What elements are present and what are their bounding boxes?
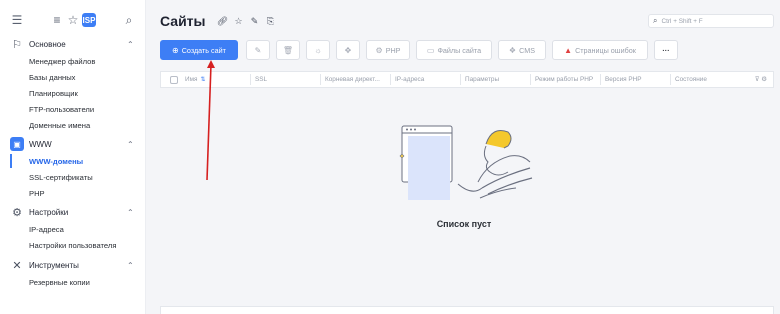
app-logo-icon[interactable]: ISP xyxy=(82,13,96,27)
chevron-up-icon[interactable]: ⌃ xyxy=(127,208,134,217)
table-tools: ⊽ ⚙ xyxy=(755,75,767,83)
star-icon[interactable]: ☆ xyxy=(231,13,247,29)
create-site-label: Создать сайт xyxy=(181,45,226,55)
column-header-params[interactable]: Параметры xyxy=(459,74,499,85)
bottom-panel xyxy=(160,306,774,314)
sidebar-group-header[interactable]: ⚐ Основное ⌃ xyxy=(0,35,146,53)
sidebar: ☰ ≡ ☆ ISP ⌕ ⚐ Основное ⌃ Менеджер файлов… xyxy=(0,0,146,314)
settings-icon[interactable]: ⚙ xyxy=(761,76,767,83)
column-header-php-mode[interactable]: Режим работы PHP xyxy=(529,74,593,85)
column-header-name[interactable]: Имя ⇅ xyxy=(185,76,205,83)
bulb-icon: ☼ xyxy=(314,45,322,55)
cms-label: CMS xyxy=(519,45,536,55)
site-files-label: Файлы сайта xyxy=(437,45,482,55)
sidebar-item-backups[interactable]: Резервные копии xyxy=(0,274,146,290)
column-header-php-version[interactable]: Версия PHP xyxy=(600,74,642,85)
lamp-button[interactable]: ☼ xyxy=(306,40,330,60)
site-files-button[interactable]: ▭ Файлы сайта xyxy=(416,40,492,60)
menu-icon[interactable]: ☰ xyxy=(9,12,25,28)
pin-icon[interactable]: ✎ xyxy=(247,13,263,29)
column-label: Имя xyxy=(185,76,198,83)
column-header-root-dir[interactable]: Корневая директ... xyxy=(320,74,380,85)
sidebar-item-ssl-certificates[interactable]: SSL-сертификаты xyxy=(0,169,146,185)
php-button[interactable]: ⚙ PHP xyxy=(366,40,410,60)
error-pages-button[interactable]: ▲ Страницы ошибок xyxy=(552,40,648,60)
chevron-up-icon[interactable]: ⌃ xyxy=(127,40,134,49)
empty-list-message: Список пуст xyxy=(436,219,492,229)
select-all-checkbox[interactable] xyxy=(170,76,178,84)
edit-button[interactable]: ✎ xyxy=(246,40,270,60)
page-title: Сайты xyxy=(160,13,206,29)
trash-icon: 🗑︎ xyxy=(282,45,294,55)
search-hotkey-hint: Ctrl + Shift + F xyxy=(661,17,703,25)
sidebar-group-settings: ⚙ Настройки ⌃ IP-адреса Настройки пользо… xyxy=(0,203,146,253)
php-label: PHP xyxy=(385,45,401,55)
sidebar-item-domain-names[interactable]: Доменные имена xyxy=(0,117,146,133)
sidebar-item-file-manager[interactable]: Менеджер файлов xyxy=(0,53,146,69)
page-header: Сайты 🔗︎ ☆ ✎ ⎘ xyxy=(160,12,279,30)
chevron-up-icon[interactable]: ⌃ xyxy=(127,140,134,149)
php-icon: ⚙ xyxy=(375,45,383,55)
column-header-status[interactable]: Состояние xyxy=(670,74,707,85)
search-icon: ⌕ xyxy=(653,16,658,25)
cms-button[interactable]: ❖ CMS xyxy=(498,40,546,60)
sidebar-item-user-settings[interactable]: Настройки пользователя xyxy=(0,237,146,253)
sort-icon[interactable]: ⇅ xyxy=(200,77,205,83)
error-pages-label: Страницы ошибок xyxy=(575,45,636,55)
sidebar-group-header[interactable]: ▣ WWW ⌃ xyxy=(0,135,146,153)
sidebar-group-title: Инструменты xyxy=(29,260,79,270)
star-icon[interactable]: ☆ xyxy=(65,12,81,28)
sidebar-group-main: ⚐ Основное ⌃ Менеджер файлов Базы данных… xyxy=(0,35,146,133)
delete-button[interactable]: 🗑︎ xyxy=(276,40,300,60)
www-icon: ▣ xyxy=(10,137,24,151)
search-icon[interactable]: ⌕ xyxy=(121,12,137,28)
export-icon[interactable]: ⎘ xyxy=(263,13,279,29)
empty-state-illustration xyxy=(399,125,533,200)
list-icon[interactable]: ≡ xyxy=(49,12,65,28)
sidebar-group-title: Основное xyxy=(29,39,66,49)
sidebar-group-tools: ✕ Инструменты ⌃ Резервные копии xyxy=(0,256,146,290)
link-icon[interactable]: 🔗︎ xyxy=(215,13,231,29)
global-search-input[interactable]: ⌕ Ctrl + Shift + F xyxy=(648,14,774,28)
sidebar-item-ftp-users[interactable]: FTP-пользователи xyxy=(0,101,146,117)
sidebar-top-bar: ☰ ≡ ☆ ISP ⌕ xyxy=(0,10,146,30)
sidebar-group-title: Настройки xyxy=(29,207,69,217)
column-header-ssl[interactable]: SSL xyxy=(249,74,267,85)
tools-icon: ✕ xyxy=(12,259,22,272)
sidebar-group-header[interactable]: ⚙ Настройки ⌃ xyxy=(0,203,146,221)
ribbon-icon: ✥ xyxy=(344,45,352,55)
sidebar-item-www-domains[interactable]: WWW-домены xyxy=(0,153,146,169)
pencil-icon: ✎ xyxy=(254,45,262,55)
folder-icon: ▭ xyxy=(426,45,435,55)
sidebar-group-title: WWW xyxy=(29,139,52,149)
chevron-up-icon[interactable]: ⌃ xyxy=(127,261,134,270)
sidebar-item-php[interactable]: PHP xyxy=(0,185,146,201)
sidebar-item-databases[interactable]: Базы данных xyxy=(0,69,146,85)
sidebar-item-scheduler[interactable]: Планировщик xyxy=(0,85,146,101)
toolbar: ⊕ Создать сайт ✎ 🗑︎ ☼ ✥ ⚙ PHP ▭ Файлы са… xyxy=(160,40,684,60)
create-site-button[interactable]: ⊕ Создать сайт xyxy=(160,40,238,60)
sliders-icon: ⚙ xyxy=(12,206,22,219)
sidebar-item-ip-addresses[interactable]: IP-адреса xyxy=(0,221,146,237)
sidebar-group-header[interactable]: ✕ Инструменты ⌃ xyxy=(0,256,146,274)
sidebar-group-www: ▣ WWW ⌃ WWW-домены SSL-сертификаты PHP xyxy=(0,135,146,201)
ssl-button[interactable]: ✥ xyxy=(336,40,360,60)
filter-icon[interactable]: ⊽ xyxy=(755,76,760,83)
flag-icon: ⚐ xyxy=(12,38,22,51)
plus-circle-icon: ⊕ xyxy=(172,45,179,55)
table-header: Имя ⇅ SSL Корневая директ... IP-адреса Па… xyxy=(160,71,774,88)
more-actions-button[interactable]: ··· xyxy=(654,40,678,60)
main-content: Сайты 🔗︎ ☆ ✎ ⎘ ⌕ Ctrl + Shift + F ⊕ Созд… xyxy=(146,0,780,314)
cubes-icon: ❖ xyxy=(508,45,517,55)
column-header-ip[interactable]: IP-адреса xyxy=(389,74,424,85)
warning-icon: ▲ xyxy=(564,45,573,55)
